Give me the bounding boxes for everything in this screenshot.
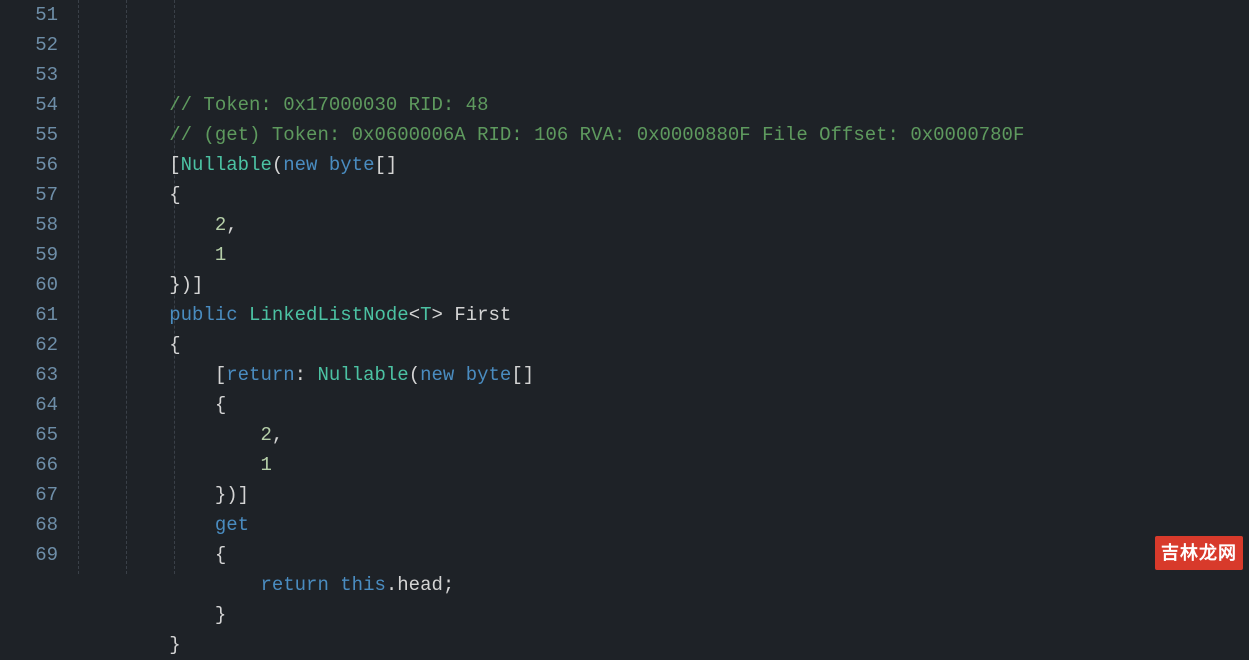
token-number: 1: [260, 454, 271, 476]
token-punct: [454, 364, 465, 386]
token-punct: :: [295, 364, 318, 386]
token-punct: ;: [443, 574, 454, 596]
token-member: head: [397, 574, 443, 596]
line-number: 64: [0, 390, 58, 420]
token-punct: >: [432, 304, 455, 326]
token-punct: (: [409, 364, 420, 386]
token-punct: []: [511, 364, 534, 386]
line-number: 53: [0, 60, 58, 90]
line-number: 55: [0, 120, 58, 150]
token-punct: ,: [226, 214, 237, 236]
code-line[interactable]: // Token: 0x17000030 RID: 48: [78, 90, 1249, 120]
token-punct: [317, 154, 328, 176]
line-number: 63: [0, 360, 58, 390]
token-keyword: return: [226, 364, 294, 386]
watermark-badge: 吉林龙网: [1155, 536, 1243, 570]
code-editor[interactable]: 51525354555657585960616263646566676869 /…: [0, 0, 1249, 574]
token-punct: [: [169, 154, 180, 176]
token-keyword: new: [283, 154, 317, 176]
token-member: First: [454, 304, 511, 326]
code-line[interactable]: {: [78, 180, 1249, 210]
code-line[interactable]: return this.head;: [78, 570, 1249, 600]
code-line[interactable]: // (get) Token: 0x0600006A RID: 106 RVA:…: [78, 120, 1249, 150]
line-number: 61: [0, 300, 58, 330]
token-type: LinkedListNode: [249, 304, 409, 326]
line-number: 52: [0, 30, 58, 60]
code-line[interactable]: })]: [78, 480, 1249, 510]
token-punct: ,: [272, 424, 283, 446]
token-comment: // (get) Token: 0x0600006A RID: 106 RVA:…: [169, 124, 1024, 146]
code-line[interactable]: {: [78, 390, 1249, 420]
token-punct: .: [386, 574, 397, 596]
line-number: 62: [0, 330, 58, 360]
token-keyword: byte: [466, 364, 512, 386]
token-kwthis: this: [340, 574, 386, 596]
token-keyword: get: [215, 514, 249, 536]
token-punct: {: [215, 544, 226, 566]
line-number: 57: [0, 180, 58, 210]
line-number: 67: [0, 480, 58, 510]
line-number: 60: [0, 270, 58, 300]
token-comment: // Token: 0x17000030 RID: 48: [169, 94, 488, 116]
line-number: 59: [0, 240, 58, 270]
code-line[interactable]: })]: [78, 270, 1249, 300]
token-punct: (: [272, 154, 283, 176]
token-number: 2: [260, 424, 271, 446]
code-line[interactable]: get: [78, 510, 1249, 540]
token-keyword: public: [169, 304, 237, 326]
token-punct: {: [215, 394, 226, 416]
code-line[interactable]: [Nullable(new byte[]: [78, 150, 1249, 180]
code-area[interactable]: // Token: 0x17000030 RID: 48 // (get) To…: [70, 0, 1249, 574]
token-punct: [: [215, 364, 226, 386]
token-type: T: [420, 304, 431, 326]
line-number: 58: [0, 210, 58, 240]
token-number: 1: [215, 244, 226, 266]
line-number-gutter: 51525354555657585960616263646566676869: [0, 0, 70, 574]
code-line[interactable]: {: [78, 540, 1249, 570]
code-line[interactable]: 1: [78, 450, 1249, 480]
token-punct: {: [169, 184, 180, 206]
code-line[interactable]: 1: [78, 240, 1249, 270]
token-punct: []: [374, 154, 397, 176]
code-line[interactable]: 2,: [78, 210, 1249, 240]
token-punct: })]: [215, 484, 249, 506]
line-number: 65: [0, 420, 58, 450]
token-type: Nullable: [181, 154, 272, 176]
token-punct: })]: [169, 274, 203, 296]
line-number: 69: [0, 540, 58, 570]
line-number: 51: [0, 0, 58, 30]
token-punct: }: [215, 604, 226, 626]
line-number: 68: [0, 510, 58, 540]
code-line[interactable]: [return: Nullable(new byte[]: [78, 360, 1249, 390]
token-punct: {: [169, 334, 180, 356]
token-type: Nullable: [317, 364, 408, 386]
token-keyword: return: [260, 574, 328, 596]
code-line[interactable]: }: [78, 600, 1249, 630]
token-punct: <: [409, 304, 420, 326]
code-line[interactable]: }: [78, 630, 1249, 660]
line-number: 54: [0, 90, 58, 120]
token-punct: [329, 574, 340, 596]
line-number: 56: [0, 150, 58, 180]
line-number: 66: [0, 450, 58, 480]
token-keyword: byte: [329, 154, 375, 176]
token-punct: }: [169, 634, 180, 656]
token-keyword: new: [420, 364, 454, 386]
token-punct: [238, 304, 249, 326]
code-line[interactable]: public LinkedListNode<T> First: [78, 300, 1249, 330]
code-line[interactable]: 2,: [78, 420, 1249, 450]
token-number: 2: [215, 214, 226, 236]
code-line[interactable]: {: [78, 330, 1249, 360]
